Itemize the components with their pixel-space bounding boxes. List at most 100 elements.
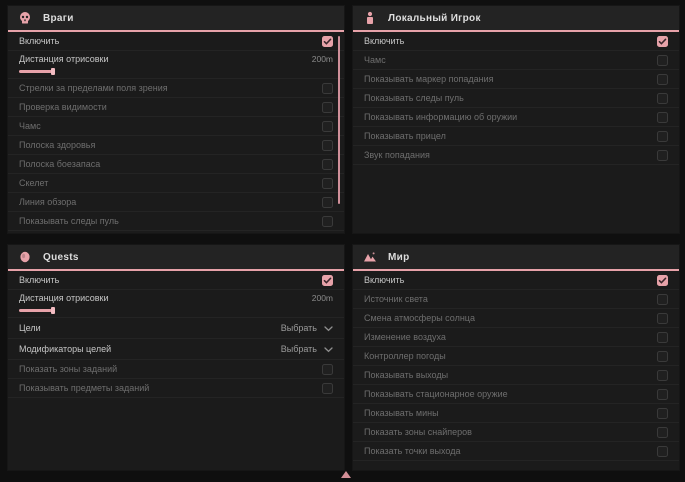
slider-value: 200m	[312, 54, 333, 64]
panel-enemies: Враги Включить Дистанция отрисовки 200m Стр…	[8, 6, 344, 233]
setting-label: Включить	[364, 36, 404, 46]
dropdown-value: Выбрать	[281, 323, 317, 333]
checkbox-unchecked[interactable]	[657, 427, 668, 438]
slider-fill	[19, 309, 52, 312]
slider-track[interactable]	[19, 307, 149, 314]
scrollbar[interactable]	[338, 36, 340, 204]
checkbox-unchecked[interactable]	[657, 408, 668, 419]
setting-row: Показать зоны снайперов	[353, 423, 679, 442]
setting-label: Стрелки за пределами поля зрения	[19, 83, 168, 93]
panel-title: Мир	[388, 252, 410, 263]
panel-enemies-rows: Включить Дистанция отрисовки 200m Стрелки з…	[8, 32, 344, 231]
panel-title: Локальный Игрок	[388, 13, 481, 24]
checkbox-unchecked[interactable]	[322, 121, 333, 132]
checkbox-unchecked[interactable]	[322, 197, 333, 208]
setting-label: Линия обзора	[19, 197, 76, 207]
checkbox-unchecked[interactable]	[322, 216, 333, 227]
checkbox-unchecked[interactable]	[322, 364, 333, 375]
checkbox-unchecked[interactable]	[657, 313, 668, 324]
setting-row: Стрелки за пределами поля зрения	[8, 79, 344, 98]
checkbox-unchecked[interactable]	[322, 159, 333, 170]
setting-row: Чамс	[8, 117, 344, 136]
checkbox-unchecked[interactable]	[657, 446, 668, 457]
setting-row: Дистанция отрисовки 200m	[8, 51, 344, 79]
setting-row: Модификаторы целейВыбрать	[8, 339, 344, 360]
checkbox-unchecked[interactable]	[322, 83, 333, 94]
panel-world-rows: ВключитьИсточник светаСмена атмосферы со…	[353, 271, 679, 461]
setting-row: Включить	[8, 32, 344, 51]
checkbox-checked[interactable]	[322, 36, 333, 47]
setting-label: Показывать стационарное оружие	[364, 389, 508, 399]
setting-label: Контроллер погоды	[364, 351, 446, 361]
setting-label: Показывать маркер попадания	[364, 74, 494, 84]
setting-row: Источник света	[353, 290, 679, 309]
slider-fill	[19, 70, 52, 73]
setting-row: Линия обзора	[8, 193, 344, 212]
setting-row: Показывать следы пуль	[353, 89, 679, 108]
setting-row: Показывать мины	[353, 404, 679, 423]
dropdown-value: Выбрать	[281, 344, 317, 354]
person-icon	[363, 11, 377, 25]
setting-row: Показывать предметы заданий	[8, 379, 344, 398]
setting-label: Полоска здоровья	[19, 140, 95, 150]
checkbox-unchecked[interactable]	[657, 112, 668, 123]
chevron-down-icon	[324, 319, 333, 337]
setting-label: Скелет	[19, 178, 48, 188]
setting-label: Показать зоны снайперов	[364, 427, 472, 437]
panel-title: Quests	[43, 252, 79, 263]
checkbox-checked[interactable]	[657, 275, 668, 286]
up-triangle-marker	[341, 471, 351, 478]
panel-local-player-rows: Включить Чамс Показывать маркер попадания П…	[353, 32, 679, 165]
checkbox-unchecked[interactable]	[657, 74, 668, 85]
checkbox-unchecked[interactable]	[657, 351, 668, 362]
setting-label: Показывать выходы	[364, 370, 448, 380]
checkbox-unchecked[interactable]	[322, 178, 333, 189]
setting-row: Включить	[353, 32, 679, 51]
setting-row: Скелет	[8, 174, 344, 193]
setting-label: Источник света	[364, 294, 428, 304]
setting-label: Дистанция отрисовки	[19, 293, 109, 303]
checkbox-unchecked[interactable]	[657, 93, 668, 104]
setting-row: Чамс	[353, 51, 679, 70]
checkbox-unchecked[interactable]	[322, 140, 333, 151]
checkbox-checked[interactable]	[322, 275, 333, 286]
checkbox-unchecked[interactable]	[657, 131, 668, 142]
slider-handle[interactable]	[51, 68, 55, 75]
checkbox-unchecked[interactable]	[322, 102, 333, 113]
slider-track[interactable]	[19, 68, 149, 75]
checkbox-unchecked[interactable]	[657, 389, 668, 400]
checkbox-unchecked[interactable]	[657, 150, 668, 161]
setting-label: Показывать следы пуль	[364, 93, 464, 103]
setting-label: Изменение воздуха	[364, 332, 446, 342]
skull-icon	[18, 11, 32, 25]
dropdown[interactable]: Выбрать	[281, 319, 333, 337]
chevron-down-icon	[324, 340, 333, 358]
setting-row: Дистанция отрисовки200m	[8, 290, 344, 318]
checkbox-unchecked[interactable]	[657, 332, 668, 343]
slider-row-header: Дистанция отрисовки 200m	[19, 54, 333, 64]
panel-local-player-header: Локальный Игрок	[353, 6, 679, 32]
panel-quests-header: Quests	[8, 245, 344, 271]
panel-world-header: Мир	[353, 245, 679, 271]
checkbox-unchecked[interactable]	[657, 370, 668, 381]
setting-row: Показать зоны заданий	[8, 360, 344, 379]
dropdown[interactable]: Выбрать	[281, 340, 333, 358]
setting-label: Смена атмосферы солнца	[364, 313, 475, 323]
checkbox-checked[interactable]	[657, 36, 668, 47]
panel-world: Мир ВключитьИсточник светаСмена атмосфер…	[353, 245, 679, 470]
setting-row: Полоска боезапаса	[8, 155, 344, 174]
checkbox-unchecked[interactable]	[322, 383, 333, 394]
quest-icon	[18, 250, 32, 264]
setting-row: Контроллер погоды	[353, 347, 679, 366]
panel-enemies-header: Враги	[8, 6, 344, 32]
setting-row: Звук попадания	[353, 146, 679, 165]
setting-row: Показывать следы пуль	[8, 212, 344, 231]
setting-label: Показывать прицел	[364, 131, 446, 141]
setting-label: Включить	[19, 275, 59, 285]
setting-label: Дистанция отрисовки	[19, 54, 109, 64]
setting-label: Показать зоны заданий	[19, 364, 117, 374]
setting-row: Показывать прицел	[353, 127, 679, 146]
checkbox-unchecked[interactable]	[657, 55, 668, 66]
slider-handle[interactable]	[51, 307, 55, 314]
checkbox-unchecked[interactable]	[657, 294, 668, 305]
